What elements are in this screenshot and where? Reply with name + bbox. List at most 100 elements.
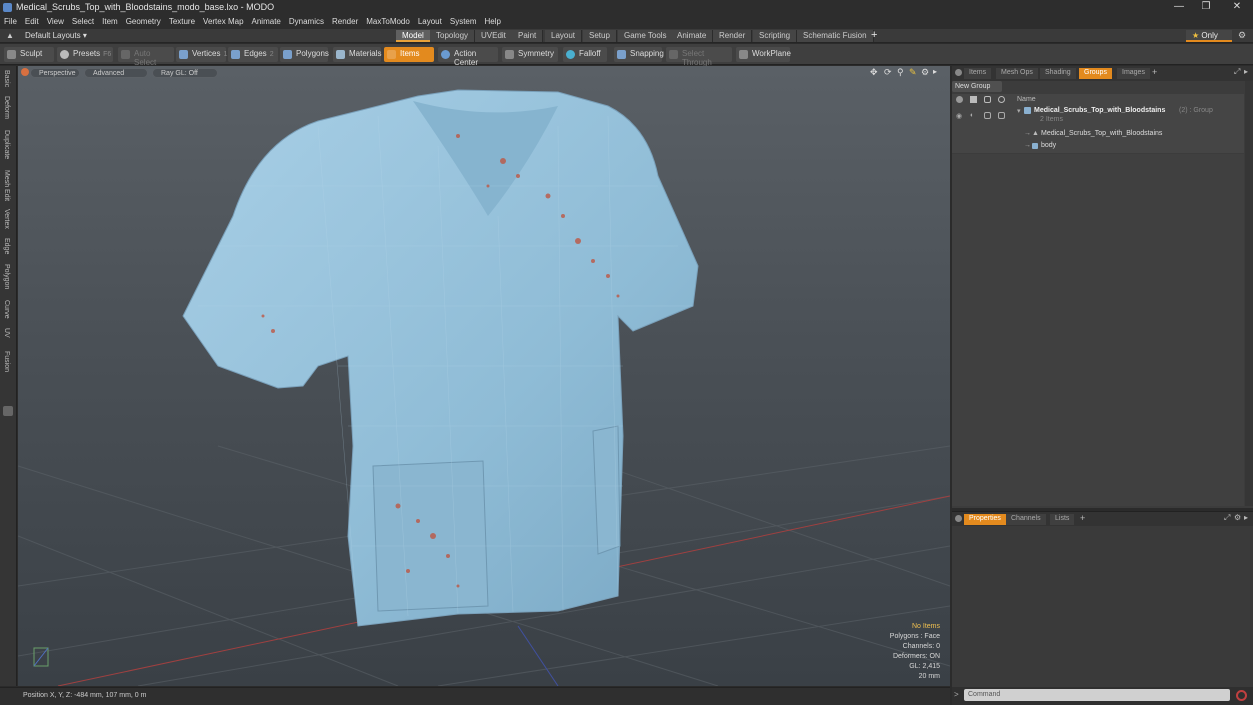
props-more-icon[interactable]: ▸ <box>1244 513 1248 522</box>
group-select-icon[interactable] <box>998 112 1005 119</box>
group-lock-icon[interactable] <box>984 112 991 119</box>
menu-animate[interactable]: Animate <box>248 15 285 26</box>
group-child-mesh[interactable]: Medical_Scrubs_Top_with_Bloodstains <box>1041 130 1162 137</box>
menu-view[interactable]: View <box>43 15 68 26</box>
menu-item[interactable]: Item <box>98 15 122 26</box>
viewport-3d[interactable]: Perspective Advanced Ray GL: Off ✥ ⟳ ⚲ ✎… <box>18 66 950 686</box>
group-expand-icon[interactable]: ▾ <box>1017 107 1021 115</box>
only-label: Only <box>1201 31 1218 40</box>
render-col-icon[interactable] <box>970 96 977 103</box>
add-tab-icon[interactable]: + <box>871 29 877 41</box>
edges-icon <box>231 50 240 59</box>
panel-menu-icon[interactable] <box>955 69 962 76</box>
vtab-polygon[interactable]: Polygon <box>3 264 10 289</box>
add-props-tab-icon[interactable]: + <box>1080 513 1085 523</box>
tab-lists[interactable]: Lists <box>1050 514 1075 525</box>
menu-edit[interactable]: Edit <box>21 15 43 26</box>
layout-selector-label: Default Layouts <box>25 31 81 40</box>
tab-schematic-fusion[interactable]: Schematic Fusion <box>797 30 874 42</box>
tab-animate[interactable]: Animate <box>671 30 714 42</box>
lock-col-icon[interactable] <box>984 96 991 103</box>
menu-layout[interactable]: Layout <box>414 15 446 26</box>
tab-setup[interactable]: Setup <box>583 30 617 42</box>
vtab-basic[interactable]: Basic <box>3 70 10 87</box>
sculpt-button[interactable]: Sculpt <box>4 47 54 62</box>
tab-model[interactable]: Model <box>396 30 431 42</box>
tab-mesh-ops[interactable]: Mesh Ops <box>996 68 1038 79</box>
command-input[interactable]: Command <box>964 689 1230 701</box>
toggle-panel-icon[interactable] <box>3 406 13 416</box>
vtab-fusion[interactable]: Fusion <box>3 351 10 372</box>
menu-help[interactable]: Help <box>481 15 505 26</box>
record-macro-icon[interactable] <box>1236 690 1247 701</box>
tab-topology[interactable]: Topology <box>430 30 476 42</box>
menu-maxtomodo[interactable]: MaxToModo <box>362 15 414 26</box>
menu-select[interactable]: Select <box>68 15 98 26</box>
tab-properties[interactable]: Properties <box>964 514 1006 525</box>
symmetry-icon <box>505 50 514 59</box>
group-render-icon[interactable]: ◐ <box>970 112 974 119</box>
only-toggle[interactable]: ★ Only <box>1186 30 1232 42</box>
visibility-col-icon[interactable] <box>956 96 963 103</box>
vtab-uv[interactable]: UV <box>3 328 10 338</box>
layout-selector[interactable]: Default Layouts ▾ <box>25 31 87 40</box>
layout-pin-icon[interactable]: ▲ <box>6 31 14 40</box>
close-icon[interactable]: ✕ <box>1228 1 1246 13</box>
add-panel-tab-icon[interactable]: + <box>1152 67 1157 77</box>
name-column-header[interactable]: Name <box>1017 96 1036 103</box>
tab-channels[interactable]: Channels <box>1006 514 1046 525</box>
panel-expand-icon[interactable]: ⤢ <box>1234 67 1240 77</box>
tab-groups[interactable]: Groups <box>1079 68 1112 79</box>
props-settings-icon[interactable]: ⚙ <box>1234 513 1241 522</box>
tab-uvedit[interactable]: UVEdit <box>475 30 513 42</box>
tab-render[interactable]: Render <box>713 30 753 42</box>
select-col-icon[interactable] <box>998 96 1005 103</box>
menu-geometry[interactable]: Geometry <box>122 15 165 26</box>
group-visibility-icon[interactable]: ◉ <box>956 112 962 120</box>
tab-layout[interactable]: Layout <box>545 30 583 42</box>
tab-items[interactable]: Items <box>964 68 992 79</box>
vtab-edge[interactable]: Edge <box>3 238 10 254</box>
props-menu-icon[interactable] <box>955 515 962 522</box>
materials-button[interactable]: Materials <box>333 47 381 62</box>
tab-game-tools[interactable]: Game Tools <box>618 30 674 42</box>
workplane-button[interactable]: WorkPlane <box>736 47 791 62</box>
vtab-mesh-edit[interactable]: Mesh Edit <box>3 170 10 201</box>
minimize-icon[interactable]: — <box>1170 1 1188 13</box>
menu-vertex-map[interactable]: Vertex Map <box>199 15 247 26</box>
restore-icon[interactable]: ❐ <box>1197 1 1215 13</box>
vtab-curve[interactable]: Curve <box>3 300 10 319</box>
tab-paint[interactable]: Paint <box>512 30 544 42</box>
vertices-button[interactable]: Vertices 1 <box>176 47 227 62</box>
settings-gear-icon[interactable]: ⚙ <box>1238 30 1246 41</box>
snapping-button[interactable]: Snapping <box>614 47 664 62</box>
select-through-icon <box>669 50 678 59</box>
falloff-button[interactable]: Falloff <box>563 47 607 62</box>
menu-texture[interactable]: Texture <box>165 15 199 26</box>
action-center-button[interactable]: Action Center <box>438 47 498 67</box>
group-child-body[interactable]: body <box>1041 142 1056 149</box>
auto-select-button[interactable]: Auto Select <box>118 47 174 67</box>
props-expand-icon[interactable]: ⤢ <box>1224 513 1230 523</box>
materials-icon <box>336 50 345 59</box>
tab-shading[interactable]: Shading <box>1040 68 1076 79</box>
menu-system[interactable]: System <box>446 15 481 26</box>
tab-images[interactable]: Images <box>1117 68 1150 79</box>
groups-scrollbar[interactable] <box>1245 81 1253 506</box>
vtab-vertex[interactable]: Vertex <box>3 209 10 229</box>
panel-more-icon[interactable]: ▸ <box>1244 67 1248 76</box>
new-group-button[interactable]: New Group <box>952 81 1002 92</box>
polygons-button[interactable]: Polygons <box>280 47 329 62</box>
menu-render[interactable]: Render <box>328 15 362 26</box>
vtab-duplicate[interactable]: Duplicate <box>3 130 10 159</box>
tab-scripting[interactable]: Scripting <box>753 30 798 42</box>
select-through-button[interactable]: Select Through <box>666 47 732 67</box>
menu-file[interactable]: File <box>0 15 21 26</box>
vtab-deform[interactable]: Deform <box>3 96 10 119</box>
edges-button[interactable]: Edges 2 <box>228 47 278 62</box>
menu-dynamics[interactable]: Dynamics <box>285 15 328 26</box>
presets-button[interactable]: Presets F6 <box>57 47 113 62</box>
items-button[interactable]: Items <box>384 47 434 62</box>
group-name[interactable]: Medical_Scrubs_Top_with_Bloodstains <box>1034 107 1165 114</box>
symmetry-button[interactable]: Symmetry <box>502 47 558 62</box>
